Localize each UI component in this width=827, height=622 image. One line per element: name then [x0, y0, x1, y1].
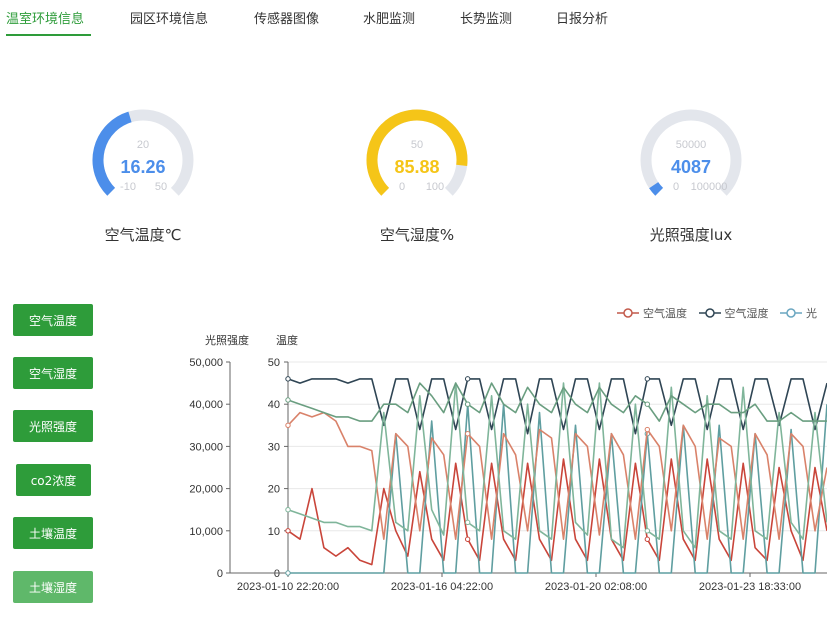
series-line-土壤湿度 — [287, 382, 827, 549]
series-point — [285, 570, 291, 576]
series-point — [464, 431, 471, 437]
x-tick-label: 2023-01-23 18:33:00 — [699, 581, 801, 593]
y-right-tick-label: 10 — [268, 526, 280, 538]
series-point — [644, 536, 651, 542]
series-point — [464, 536, 471, 542]
y-axis-left-label: 光照强度 — [205, 333, 249, 347]
y-left-tick-label: 40,000 — [189, 399, 223, 411]
y-right-tick-label: 40 — [268, 399, 280, 411]
series-point — [644, 426, 651, 433]
y-right-tick-label: 30 — [268, 441, 280, 453]
series-point — [285, 422, 291, 428]
y-axis-right-label: 温度 — [276, 333, 298, 347]
series-point — [464, 401, 471, 407]
series-point — [285, 507, 291, 513]
y-right-tick-label: 20 — [268, 484, 280, 496]
x-tick-label: 2023-01-20 02:08:00 — [545, 581, 647, 593]
series-point — [464, 376, 471, 382]
series-point — [285, 376, 291, 382]
x-tick-label: 2023-01-16 04:22:00 — [391, 581, 493, 593]
series-point — [464, 519, 471, 526]
series-point — [644, 401, 651, 407]
series-point — [285, 528, 291, 534]
y-left-tick-label: 20,000 — [189, 484, 223, 496]
sensor-line-chart: 光照强度 温度 50,000 40,000 30,000 20,000 10,000 0 50 4… — [189, 333, 827, 593]
x-tick-label: 2023-01-10 22:20:00 — [237, 581, 339, 593]
y-left-tick-label: 10,000 — [189, 526, 223, 538]
series-point — [285, 397, 291, 403]
y-right-tick-label: 0 — [274, 568, 280, 580]
y-right-tick-label: 50 — [268, 357, 280, 369]
y-left-tick-label: 0 — [217, 568, 223, 580]
series-point — [644, 528, 651, 534]
y-left-tick-label: 30,000 — [189, 441, 223, 453]
series-point — [644, 376, 651, 382]
y-left-tick-label: 50,000 — [189, 357, 223, 369]
